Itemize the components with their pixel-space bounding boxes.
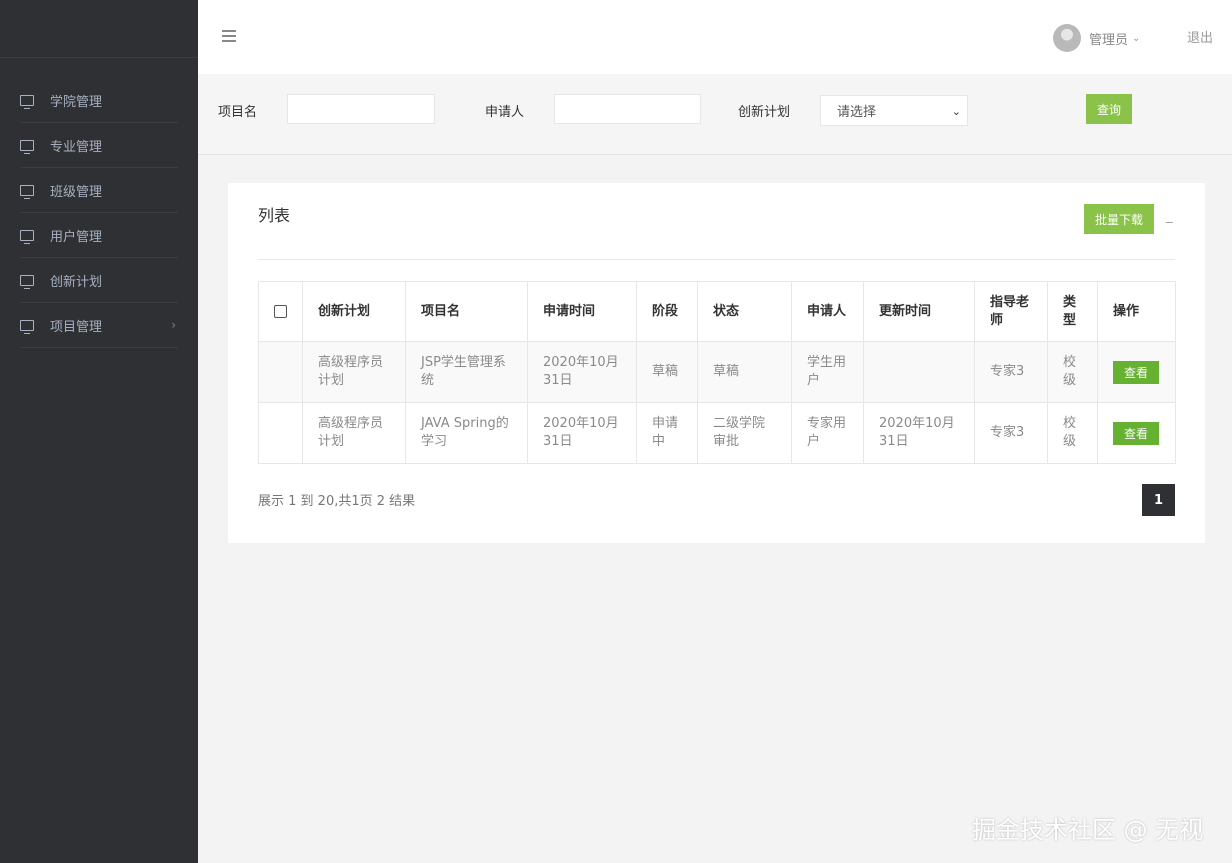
cell-apply-time: 2020年10月31日 [527,341,637,403]
sidebar-item-label: 学院管理 [50,95,103,110]
table-row: 高级程序员计划 JSP学生管理系统 2020年10月31日 草稿 草稿 学生用户… [258,341,1176,403]
innovation-plan-select[interactable]: 请选择 ⌄ [820,95,968,126]
cell-status: 二级学院审批 [697,402,792,464]
sidebar: 学院管理 专业管理 班级管理 用户管理 创新计划 项目管理 › [0,0,198,863]
cell-plan: 高级程序员计划 [302,402,406,464]
sidebar-item-label: 用户管理 [50,230,103,245]
divider [258,259,1175,260]
monitor-icon [20,275,34,289]
page-button-current[interactable]: 1 [1142,484,1175,516]
applicant-label: 申请人 [485,105,525,120]
list-card: 列表 批量下载 _ 创新计划 项目名 申请时间 阶段 状态 申请人 更新时间 指… [228,183,1205,543]
column-header[interactable]: 申请人 [791,281,864,342]
cell-project: JAVA Spring的学习 [405,402,528,464]
avatar [1053,24,1081,52]
column-header[interactable]: 更新时间 [863,281,975,342]
cell-update-time: 2020年10月31日 [863,402,975,464]
batch-download-button[interactable]: 批量下载 [1084,204,1154,234]
select-value: 请选择 [837,105,877,120]
sidebar-item-project[interactable]: 项目管理 › [0,303,198,348]
search-bar: 项目名 申请人 创新计划 请选择 ⌄ 查询 [198,74,1232,155]
sidebar-brand-area [0,0,198,58]
sidebar-item-college[interactable]: 学院管理 [0,78,198,123]
pagination-info: 展示 1 到 20,共1页 2 结果 [258,494,416,509]
cell-action: 查看 [1097,341,1176,403]
column-header: 操作 [1097,281,1176,342]
sidebar-item-user[interactable]: 用户管理 [0,213,198,258]
select-all-checkbox[interactable] [274,304,287,318]
select-all-cell [258,281,303,342]
project-name-input[interactable] [287,94,435,124]
column-header[interactable]: 创新计划 [302,281,406,342]
cell-stage: 申请中 [636,402,698,464]
view-button[interactable]: 查看 [1113,421,1159,445]
hamburger-menu-icon[interactable] [222,30,236,42]
watermark: 掘金技术社区 @ 无视 [972,816,1204,844]
sidebar-item-label: 创新计划 [50,275,103,290]
card-title: 列表 [258,206,291,225]
column-header[interactable]: 申请时间 [527,281,637,342]
cell-applicant: 专家用户 [791,402,864,464]
query-button[interactable]: 查询 [1086,94,1132,124]
cell-update-time [863,341,975,403]
project-name-label: 项目名 [218,105,258,120]
table-row: 高级程序员计划 JAVA Spring的学习 2020年10月31日 申请中 二… [258,402,1176,464]
sidebar-item-class[interactable]: 班级管理 [0,168,198,213]
column-header[interactable]: 状态 [697,281,792,342]
sidebar-item-major[interactable]: 专业管理 [0,123,198,168]
applicant-input[interactable] [554,94,701,124]
row-select-cell [258,402,303,464]
sidebar-nav: 学院管理 专业管理 班级管理 用户管理 创新计划 项目管理 › [0,78,198,348]
chevron-down-icon: ⌄ [951,105,961,118]
innovation-plan-label: 创新计划 [738,105,791,120]
row-select-cell [258,341,303,403]
monitor-icon [20,320,34,334]
cell-teacher: 专家3 [974,341,1048,403]
sidebar-item-label: 班级管理 [50,185,103,200]
cell-applicant: 学生用户 [791,341,864,403]
column-header[interactable]: 项目名 [405,281,528,342]
cell-status: 草稿 [697,341,792,403]
monitor-icon [20,230,34,244]
sidebar-item-label: 专业管理 [50,140,103,155]
monitor-icon [20,140,34,154]
monitor-icon [20,95,34,109]
cell-action: 查看 [1097,402,1176,464]
sidebar-item-innovation-plan[interactable]: 创新计划 [0,258,198,303]
cell-type: 校级 [1047,341,1098,403]
user-menu[interactable]: 管理员 ⌄ [1053,24,1140,52]
column-header[interactable]: 指导老师 [974,281,1048,342]
cell-project: JSP学生管理系统 [405,341,528,403]
cell-type: 校级 [1047,402,1098,464]
project-table: 创新计划 项目名 申请时间 阶段 状态 申请人 更新时间 指导老师 类型 操作 … [258,281,1176,464]
cell-apply-time: 2020年10月31日 [527,402,637,464]
chevron-right-icon: › [171,318,176,332]
user-name: 管理员 [1089,32,1129,48]
cell-teacher: 专家3 [974,402,1048,464]
monitor-icon [20,185,34,199]
logout-link[interactable]: 退出 [1187,27,1213,46]
chevron-down-icon: ⌄ [1132,32,1141,44]
column-header[interactable]: 阶段 [636,281,698,342]
top-header: 管理员 ⌄ 退出 [198,0,1232,74]
column-header[interactable]: 类型 [1047,281,1098,342]
table-header-row: 创新计划 项目名 申请时间 阶段 状态 申请人 更新时间 指导老师 类型 操作 [258,281,1176,342]
cell-stage: 草稿 [636,341,698,403]
view-button[interactable]: 查看 [1113,360,1159,384]
cell-plan: 高级程序员计划 [302,341,406,403]
sidebar-item-label: 项目管理 [50,320,103,335]
collapse-icon[interactable]: _ [1166,209,1173,224]
